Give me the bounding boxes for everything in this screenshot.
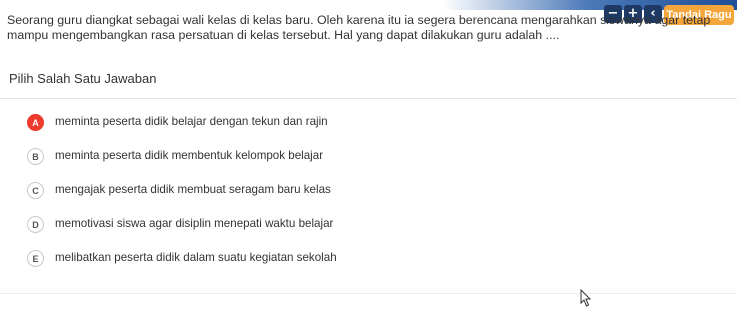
option-letter-badge: A <box>27 114 44 131</box>
option-text: memotivasi siswa agar disiplin menepati … <box>55 217 334 230</box>
option-text: melibatkan peserta didik dalam suatu keg… <box>55 251 337 264</box>
mouse-cursor-icon <box>580 289 592 307</box>
option-text: meminta peserta didik belajar dengan tek… <box>55 115 328 128</box>
divider <box>0 98 737 99</box>
option-letter-badge: D <box>27 216 44 233</box>
option-text: mengajak peserta didik membuat seragam b… <box>55 183 331 196</box>
option-text: meminta peserta didik membentuk kelompok… <box>55 149 324 162</box>
option-letter-badge: C <box>27 182 44 199</box>
question-text: Seorang guru diangkat sebagai wali kelas… <box>7 13 711 42</box>
instruction-label: Pilih Salah Satu Jawaban <box>9 71 157 86</box>
option-letter-badge: E <box>27 250 44 267</box>
option-letter-badge: B <box>27 148 44 165</box>
divider <box>0 293 737 294</box>
